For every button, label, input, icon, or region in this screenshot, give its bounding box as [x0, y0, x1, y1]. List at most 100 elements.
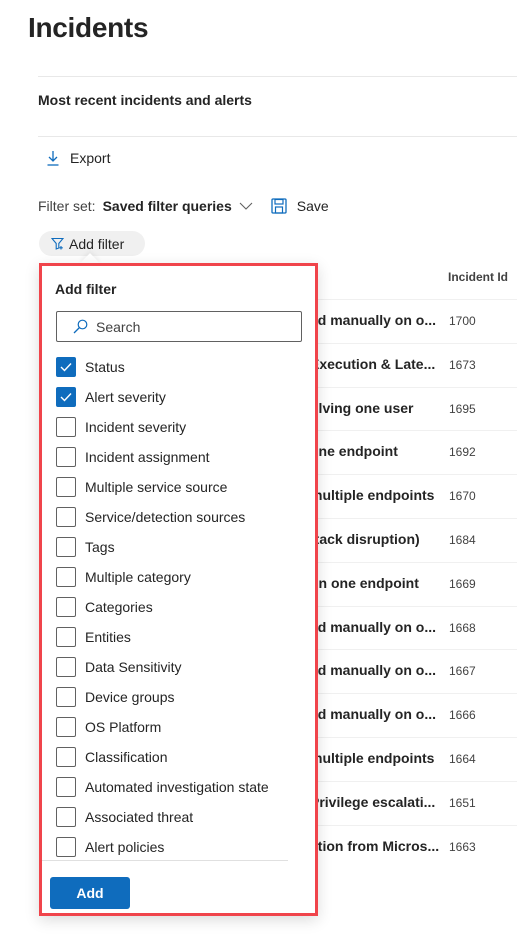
export-label: Export [70, 150, 111, 166]
page-title: Incidents [28, 12, 149, 43]
checkbox[interactable] [56, 777, 76, 797]
filter-option[interactable]: Multiple service source [56, 472, 296, 502]
filter-search-input[interactable] [96, 318, 286, 335]
filter-option-label: Tags [85, 539, 115, 555]
incident-name[interactable]: multiple endpoints [310, 750, 434, 766]
incident-id: 1700 [449, 314, 476, 328]
filter-option[interactable]: Entities [56, 622, 296, 652]
incident-name[interactable]: olving one user [310, 400, 413, 416]
incident-name[interactable]: Privilege escalati... [310, 794, 435, 810]
filter-option[interactable]: Automated investigation state [56, 772, 296, 802]
checkbox[interactable] [56, 627, 76, 647]
checkbox[interactable] [56, 537, 76, 557]
incident-name[interactable]: ed manually on o... [310, 312, 436, 328]
filter-option[interactable]: Alert policies [56, 832, 296, 862]
incident-id: 1695 [449, 401, 476, 416]
column-header-incident-id[interactable]: Incident Id [448, 270, 508, 284]
save-button[interactable]: Save [271, 198, 329, 214]
incident-id: 1669 [449, 576, 476, 591]
incident-name[interactable]: ed manually on o... [310, 662, 436, 678]
filter-option-label: Entities [85, 629, 131, 645]
filter-option-label: Multiple category [85, 569, 191, 585]
incident-name[interactable]: ttack disruption) [310, 531, 420, 547]
filter-option[interactable]: Associated threat [56, 802, 296, 832]
incident-id: 1673 [449, 357, 476, 372]
filter-option-label: Alert severity [85, 389, 166, 405]
checkbox[interactable] [56, 567, 76, 587]
add-filter-panel: Add filter Status Alert severity Incident … [39, 263, 318, 916]
filter-option[interactable]: Alert severity [56, 382, 296, 412]
filter-option-label: Alert policies [85, 839, 165, 855]
incident-name[interactable]: Execution & Late... [310, 356, 435, 372]
filter-set-dropdown[interactable]: Saved filter queries [103, 198, 232, 214]
incident-name[interactable]: ation from Micros... [310, 838, 439, 854]
incident-name[interactable]: one endpoint [310, 443, 398, 459]
divider [42, 860, 288, 861]
filter-option-label: Automated investigation state [85, 779, 269, 795]
filter-options-list: Status Alert severity Incident severity Inc… [56, 352, 296, 862]
incident-id: 1668 [449, 620, 476, 635]
checkbox[interactable] [56, 687, 76, 707]
filter-option[interactable]: Incident assignment [56, 442, 296, 472]
section-title: Most recent incidents and alerts [38, 92, 252, 108]
filter-option[interactable]: Data Sensitivity [56, 652, 296, 682]
checkbox[interactable] [56, 597, 76, 617]
filter-option-label: Incident severity [85, 419, 187, 435]
filter-set-label: Filter set: [38, 198, 96, 214]
filter-option-label: Service/detection sources [85, 509, 246, 525]
checkbox[interactable] [56, 417, 76, 437]
chevron-down-icon[interactable] [239, 201, 253, 211]
checkbox-checked[interactable] [56, 357, 76, 377]
filter-option[interactable]: OS Platform [56, 712, 296, 742]
checkmark-icon [60, 363, 72, 372]
filter-option[interactable]: Tags [56, 532, 296, 562]
filter-set-bar: Filter set: Saved filter queries Save [38, 198, 329, 214]
export-button[interactable]: Export [46, 150, 110, 166]
checkbox[interactable] [56, 477, 76, 497]
filter-option-label: Incident assignment [85, 449, 210, 465]
filter-option[interactable]: Classification [56, 742, 296, 772]
incident-id: 1664 [449, 752, 476, 766]
filter-option-label: OS Platform [85, 719, 162, 735]
incident-id: 1651 [449, 795, 476, 810]
filter-option-label: Classification [85, 749, 168, 765]
incident-name[interactable]: ed manually on o... [310, 619, 436, 635]
add-filter-button[interactable]: Add filter [39, 231, 145, 256]
filter-option[interactable]: Device groups [56, 682, 296, 712]
checkmark-icon [60, 393, 72, 402]
incident-name[interactable]: ed manually on o... [310, 706, 436, 722]
incident-name[interactable]: on one endpoint [310, 575, 419, 591]
filter-add-icon [51, 237, 64, 250]
checkbox[interactable] [56, 747, 76, 767]
download-icon [47, 151, 59, 166]
filter-option[interactable]: Categories [56, 592, 296, 622]
divider [38, 76, 517, 77]
filter-option[interactable]: Incident severity [56, 412, 296, 442]
incident-name[interactable]: multiple endpoints [310, 487, 434, 503]
filter-option[interactable]: Status [56, 352, 296, 382]
filter-search-box[interactable] [56, 311, 302, 342]
checkbox[interactable] [56, 657, 76, 677]
filter-option-label: Data Sensitivity [85, 659, 182, 675]
incident-id: 1666 [449, 708, 476, 723]
checkbox-checked[interactable] [56, 387, 76, 407]
filter-option[interactable]: Multiple category [56, 562, 296, 592]
checkbox[interactable] [56, 837, 76, 857]
search-icon [73, 319, 88, 334]
filter-option-label: Categories [85, 599, 153, 615]
checkbox[interactable] [56, 717, 76, 737]
incident-id: 1670 [449, 489, 476, 504]
add-button[interactable]: Add [50, 877, 130, 909]
filter-option[interactable]: Service/detection sources [56, 502, 296, 532]
save-icon [271, 198, 287, 214]
checkbox[interactable] [56, 807, 76, 827]
incident-id: 1663 [449, 839, 476, 854]
save-label: Save [296, 198, 329, 214]
incident-id: 1692 [449, 445, 476, 460]
filter-option-label: Device groups [85, 689, 175, 705]
filter-option-label: Multiple service source [85, 479, 228, 495]
filter-option-label: Status [85, 359, 125, 375]
checkbox[interactable] [56, 507, 76, 527]
add-filter-label: Add filter [69, 235, 125, 252]
checkbox[interactable] [56, 447, 76, 467]
